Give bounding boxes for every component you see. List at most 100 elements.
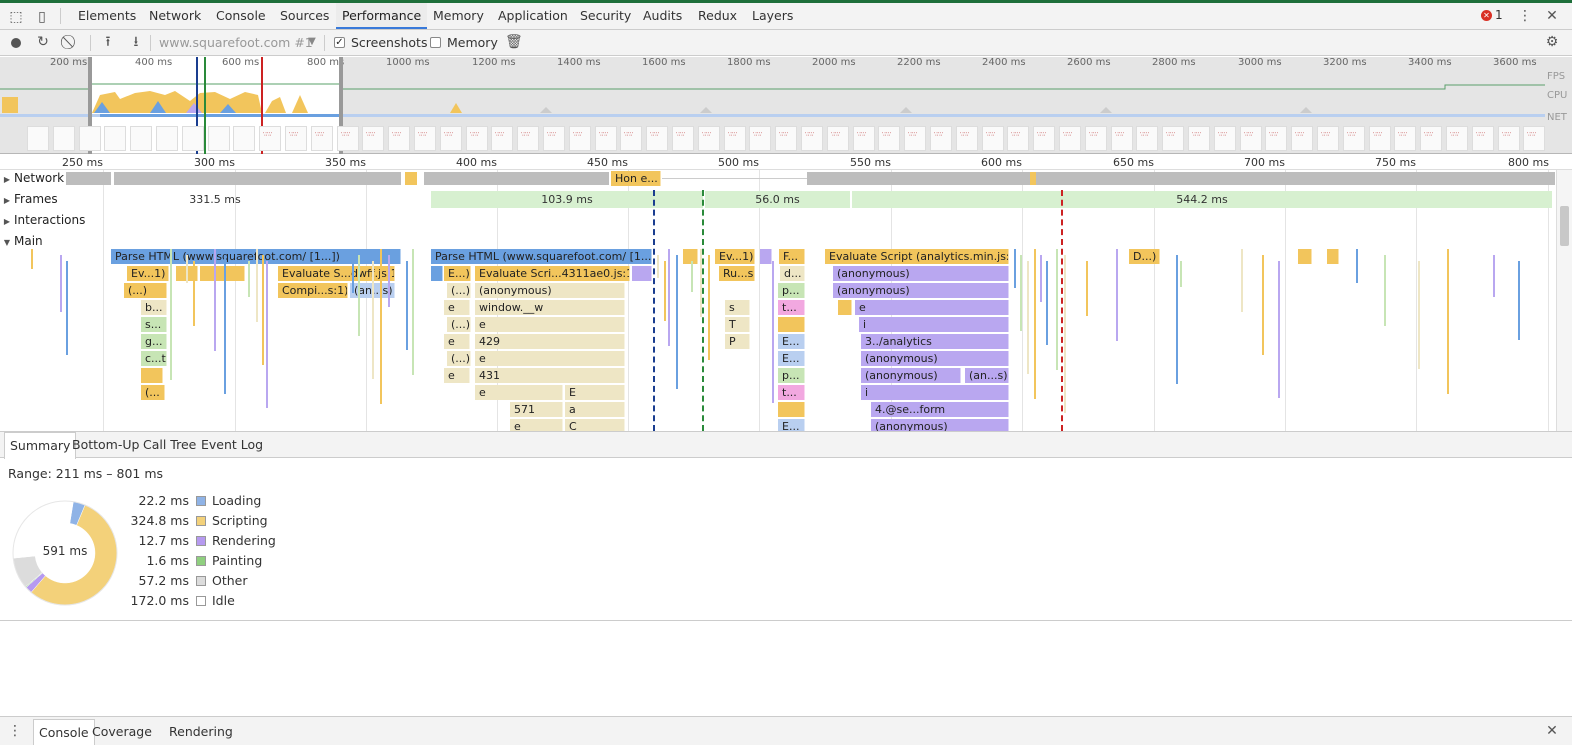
flame-event[interactable]: (anonymous)	[833, 283, 1009, 298]
flame-event[interactable]: e	[475, 317, 625, 332]
flame-event[interactable]: e	[444, 300, 470, 315]
tab-sources[interactable]: Sources	[274, 3, 335, 29]
screenshot-thumbnail[interactable]: ∵∴∵	[311, 126, 333, 151]
screenshot-thumbnail[interactable]: ∵∴∵	[337, 126, 359, 151]
flame-event[interactable]: e	[444, 334, 470, 349]
flame-event-parse-html[interactable]: Parse HTML (www.squarefoot.com/ [1...])	[431, 249, 652, 264]
flame-sliver[interactable]	[31, 249, 33, 269]
screenshot-thumbnail[interactable]: ∵∴∵	[388, 126, 410, 151]
flame-event[interactable]: e	[444, 368, 470, 383]
flame-sliver[interactable]	[1046, 261, 1048, 345]
flame-sliver[interactable]	[66, 261, 68, 355]
screenshot-thumbnail[interactable]: ∵∴∵	[1085, 126, 1107, 151]
flame-event[interactable]: t...	[778, 300, 805, 315]
screenshot-thumbnail[interactable]: ∵∴∵	[1291, 126, 1313, 151]
flame-sliver[interactable]	[676, 255, 678, 389]
screenshot-thumbnail[interactable]: ∵∴∵	[904, 126, 926, 151]
track-interactions[interactable]: ▶ Interactions	[0, 213, 85, 227]
screenshot-thumbnail[interactable]: ∵∴∵	[1523, 126, 1545, 151]
screenshot-thumbnail[interactable]: ∵∴∵	[466, 126, 488, 151]
drawer-tab-rendering[interactable]: Rendering	[164, 719, 238, 745]
flame-sliver[interactable]	[186, 255, 188, 283]
frame-duration[interactable]: 331.5 ms	[103, 191, 327, 208]
flame-event[interactable]: 431	[475, 368, 625, 383]
flame-event[interactable]: (anonymous)	[871, 419, 1009, 431]
flame-event[interactable]: d...	[780, 266, 805, 281]
flame-sliver[interactable]	[412, 249, 414, 375]
tab-redux[interactable]: Redux	[692, 3, 743, 29]
flame-event[interactable]	[431, 266, 443, 281]
flame-sliver[interactable]	[388, 255, 390, 307]
screenshot-thumbnail[interactable]: ∵∴∵	[595, 126, 617, 151]
flame-sliver[interactable]	[406, 261, 408, 350]
error-count[interactable]: 1	[1495, 8, 1503, 22]
screenshot-thumbnail[interactable]: ∵∴∵	[440, 126, 462, 151]
screenshot-thumbnail[interactable]: ∵∴∵	[620, 126, 642, 151]
network-bar[interactable]	[114, 172, 401, 185]
screenshot-thumbnail[interactable]: ∵∴∵	[517, 126, 539, 151]
drawer-tab-coverage[interactable]: Coverage	[87, 719, 157, 745]
flame-event[interactable]: E	[565, 385, 625, 400]
screenshot-thumbnail[interactable]	[182, 126, 204, 151]
memory-checkbox[interactable]	[430, 37, 441, 48]
tab-summary[interactable]: Summary	[4, 432, 77, 459]
screenshot-thumbnail[interactable]: ∵∴∵	[1317, 126, 1339, 151]
flame-sliver[interactable]	[1116, 249, 1118, 341]
screenshot-thumbnail[interactable]: ∵∴∵	[1059, 126, 1081, 151]
track-frames[interactable]: ▶ Frames	[0, 192, 58, 206]
flame-event[interactable]: Compi...s:1)	[278, 283, 348, 298]
device-toolbar-icon[interactable]: ▯	[34, 9, 50, 25]
flame-event[interactable]: E...)	[444, 266, 471, 281]
chevron-down-icon[interactable]: ▼	[306, 34, 318, 50]
flame-event[interactable]: D...)	[1129, 249, 1160, 264]
network-bar[interactable]	[424, 172, 609, 185]
flame-event[interactable]: e	[475, 385, 563, 400]
flame-sliver[interactable]	[657, 255, 659, 278]
flame-sliver[interactable]	[224, 255, 226, 394]
screenshot-thumbnail[interactable]	[130, 126, 152, 151]
network-bar[interactable]	[807, 172, 1555, 185]
flame-sliver[interactable]	[691, 261, 693, 292]
frame-duration[interactable]: 544.2 ms	[852, 191, 1552, 208]
screenshot-thumbnail[interactable]: ∵∴∵	[878, 126, 900, 151]
tab-layers[interactable]: Layers	[746, 3, 799, 29]
trash-icon[interactable]: 🗑︎	[505, 34, 523, 50]
tab-event-log[interactable]: Event Log	[196, 432, 268, 458]
flame-sliver[interactable]	[60, 255, 62, 312]
screenshot-thumbnail[interactable]: ∵∴∵	[1472, 126, 1494, 151]
flame-event[interactable]: (anonymous)	[833, 266, 1009, 281]
screenshot-thumbnail[interactable]: ∵∴∵	[698, 126, 720, 151]
close-icon[interactable]: ✕	[1544, 723, 1560, 739]
flame-event[interactable]	[760, 249, 772, 264]
flame-sliver[interactable]	[1518, 261, 1520, 340]
flame-sliver[interactable]	[1020, 255, 1022, 331]
screenshot-thumbnail[interactable]: ∵∴∵	[827, 126, 849, 151]
flame-event[interactable]: E...	[778, 351, 805, 366]
flame-event[interactable]: p...	[778, 368, 805, 383]
screenshot-thumbnail[interactable]	[233, 126, 255, 151]
flame-sliver[interactable]	[358, 255, 360, 336]
flame-sliver[interactable]	[256, 249, 258, 322]
tab-network[interactable]: Network	[143, 3, 207, 29]
screenshot-thumbnail[interactable]	[104, 126, 126, 151]
screenshot-thumbnail[interactable]: ∵∴∵	[982, 126, 1004, 151]
more-icon[interactable]: ⋮	[8, 723, 22, 739]
reload-icon[interactable]: ↻	[35, 34, 51, 50]
more-icon[interactable]: ⋮	[1517, 8, 1533, 24]
flame-event[interactable]: t...	[778, 385, 805, 400]
flame-sliver[interactable]	[1176, 255, 1178, 384]
flame-sliver[interactable]	[772, 261, 774, 403]
screenshot-thumbnail[interactable]	[156, 126, 178, 151]
flame-event[interactable]: Ev...1)	[715, 249, 755, 264]
flame-sliver[interactable]	[1241, 249, 1243, 312]
flame-event-evaluate-script[interactable]: Evaluate S...dwff.js:1)	[278, 266, 395, 281]
inspect-icon[interactable]: ⬚	[8, 9, 24, 25]
tab-performance[interactable]: Performance	[336, 3, 428, 29]
flame-sliver[interactable]	[1180, 261, 1182, 287]
flame-event[interactable]: (...)	[447, 351, 471, 366]
tab-bottom-up[interactable]: Bottom-Up	[67, 432, 144, 458]
expand-triangle-icon[interactable]: ▶	[0, 196, 14, 205]
flame-event[interactable]: T	[725, 317, 750, 332]
flame-sliver[interactable]	[248, 261, 250, 297]
download-icon[interactable]: ⭳	[128, 34, 144, 50]
